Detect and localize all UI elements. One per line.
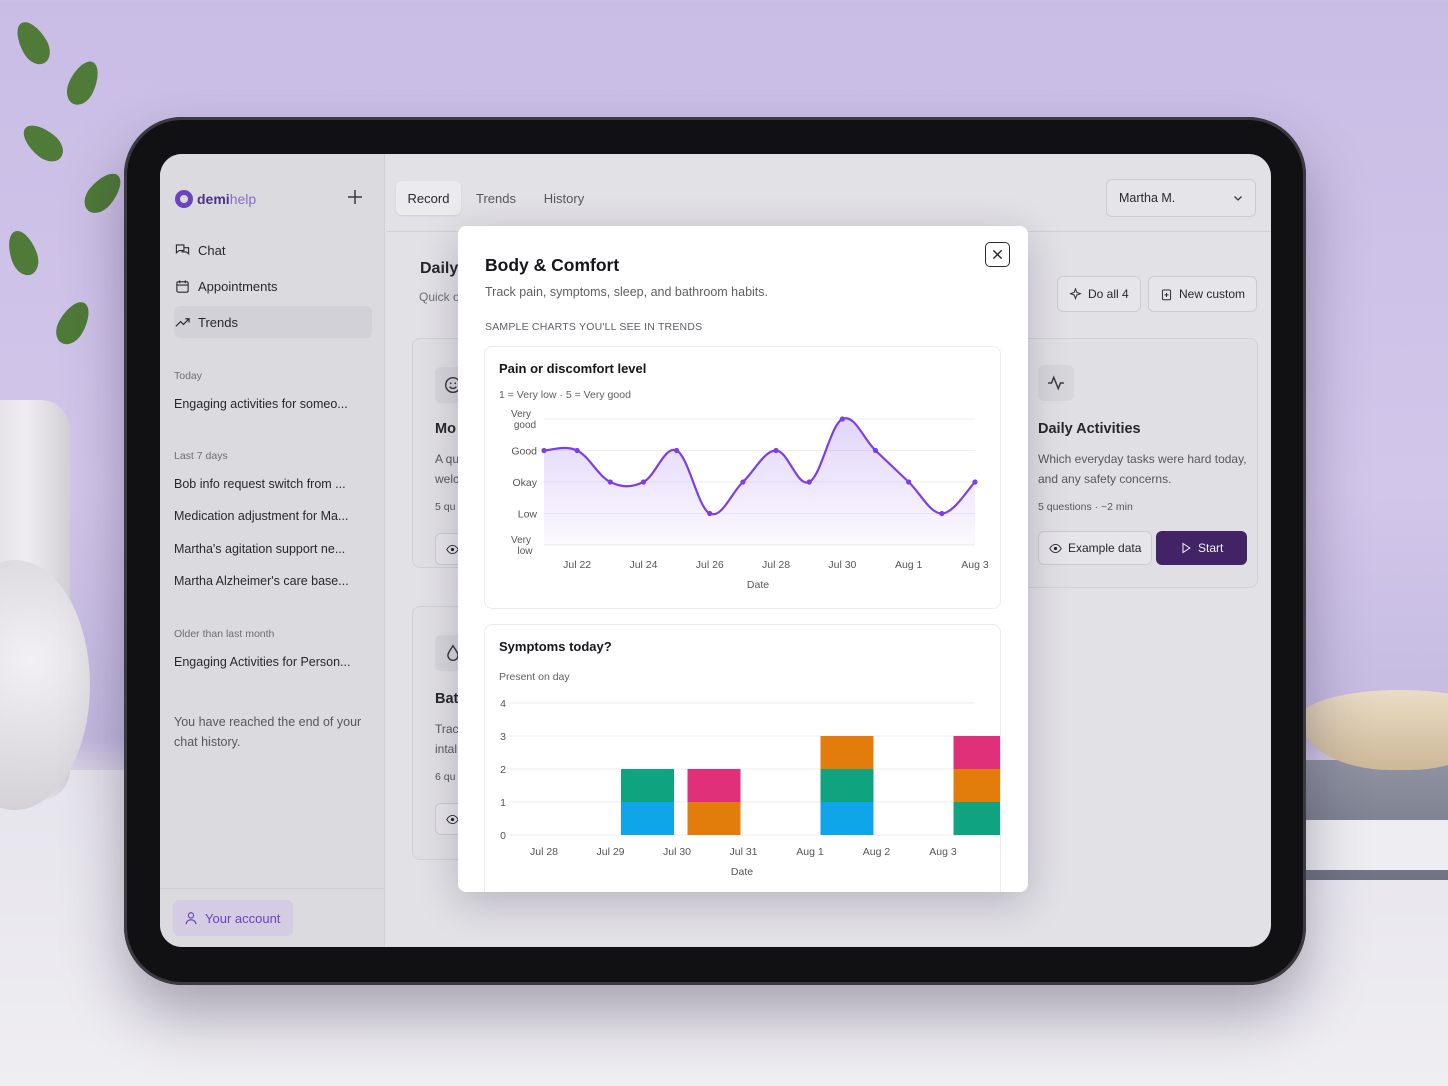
- book-pages: [1300, 820, 1448, 870]
- plant-leaf: [2, 226, 44, 280]
- x-tick-label: Jul 30: [663, 846, 691, 858]
- x-tick-label: Jul 22: [563, 559, 591, 571]
- bar-segment-Aug 3: [953, 736, 1000, 769]
- app-screen: demihelp Chat Appointments Trends Today …: [160, 154, 1271, 947]
- bar-segment-Aug 3: [953, 802, 1000, 835]
- data-point-Jul 27: [740, 479, 746, 485]
- y-tick-label: 1: [500, 797, 506, 809]
- x-tick-label: Jul 29: [596, 846, 624, 858]
- y-tick-label: low: [517, 546, 533, 557]
- data-point-Jul 31: [872, 447, 879, 454]
- x-tick-label: Jul 30: [828, 559, 856, 571]
- data-point-Jul 23: [607, 479, 613, 485]
- x-tick-label: Aug 1: [796, 846, 824, 858]
- data-point-Jul 30: [839, 416, 845, 422]
- sample-charts-heading: SAMPLE CHARTS YOU'LL SEE IN TRENDS: [485, 321, 703, 333]
- y-tick-label: Good: [511, 446, 537, 458]
- x-tick-label: Jul 28: [530, 846, 558, 858]
- x-tick-label: Jul 24: [629, 559, 657, 571]
- bar-segment-Jul 30: [687, 802, 741, 835]
- plant-leaf: [61, 56, 105, 110]
- x-tick-label: Jul 26: [696, 559, 724, 571]
- data-point-Jul 22: [574, 447, 580, 454]
- pain-line-chart: VerygoodGoodOkayLowVerylowJul 22 Jul 24 Ju…: [511, 409, 989, 591]
- bar-segment-Jul 29: [621, 802, 674, 835]
- modal-title: Body & Comfort: [485, 255, 620, 275]
- data-point-Jul 26: [707, 510, 713, 517]
- bar-segment-Aug 1: [820, 769, 874, 802]
- data-point-Jul 25: [674, 447, 680, 454]
- pain-chart-card: Pain or discomfort level 1 = Very low · …: [484, 346, 1001, 609]
- y-tick-label: 0: [500, 830, 506, 842]
- bar-segment-Aug 1: [820, 802, 874, 835]
- x-tick-label: Aug 3: [929, 846, 957, 858]
- data-point-Aug 2: [939, 510, 945, 517]
- plant-leaf: [10, 16, 56, 70]
- plant-leaf: [78, 167, 128, 219]
- x-tick-label: Jul 31: [729, 846, 757, 858]
- plant-leaf: [50, 296, 96, 350]
- symptoms-bar-chart: 0 1 2 3 4 Jul 28 Jul 29 Jul 30 Jul 31 Aug 1 Aug 2 A…: [500, 698, 1000, 878]
- y-tick-label: good: [514, 420, 536, 431]
- body-comfort-modal: Body & Comfort Track pain, symptoms, sle…: [458, 226, 1028, 892]
- x-axis-label: Date: [747, 579, 769, 591]
- bar-segment-Jul 30: [687, 769, 741, 802]
- y-tick-label: 4: [500, 698, 506, 710]
- y-tick-label: Okay: [512, 477, 537, 489]
- modal-subtitle: Track pain, symptoms, sleep, and bathroo…: [485, 285, 769, 299]
- data-point-Jul 29: [806, 479, 812, 485]
- x-tick-label: Jul 28: [762, 559, 790, 571]
- y-tick-label: 3: [500, 731, 506, 743]
- y-tick-label: Very: [511, 535, 531, 546]
- data-point-Jul 24: [640, 479, 647, 485]
- x-axis-label: Date: [731, 866, 753, 878]
- bar-segment-Aug 3: [953, 769, 1000, 802]
- x-tick-label: Aug 1: [895, 559, 923, 571]
- close-icon: [992, 249, 1003, 260]
- data-point-Jul 28: [773, 447, 779, 454]
- y-tick-label: Very: [511, 409, 531, 420]
- bar-segment-Jul 29: [621, 769, 674, 802]
- data-point-Aug 1: [906, 479, 912, 485]
- symptoms-chart-card: Symptoms today? Present on day 0 1 2 3 4 Jul …: [484, 624, 1001, 892]
- data-point-Jul 21: [541, 447, 547, 454]
- x-tick-label: Aug 3: [961, 559, 989, 571]
- bar-segment-Aug 1: [820, 736, 874, 769]
- plant-leaf: [17, 118, 69, 168]
- close-button[interactable]: [985, 242, 1010, 267]
- x-tick-label: Aug 2: [863, 846, 891, 858]
- y-tick-label: Low: [518, 509, 538, 521]
- y-tick-label: 2: [500, 764, 506, 776]
- data-point-Aug 3: [972, 479, 978, 485]
- bowl-decor: [1300, 690, 1448, 770]
